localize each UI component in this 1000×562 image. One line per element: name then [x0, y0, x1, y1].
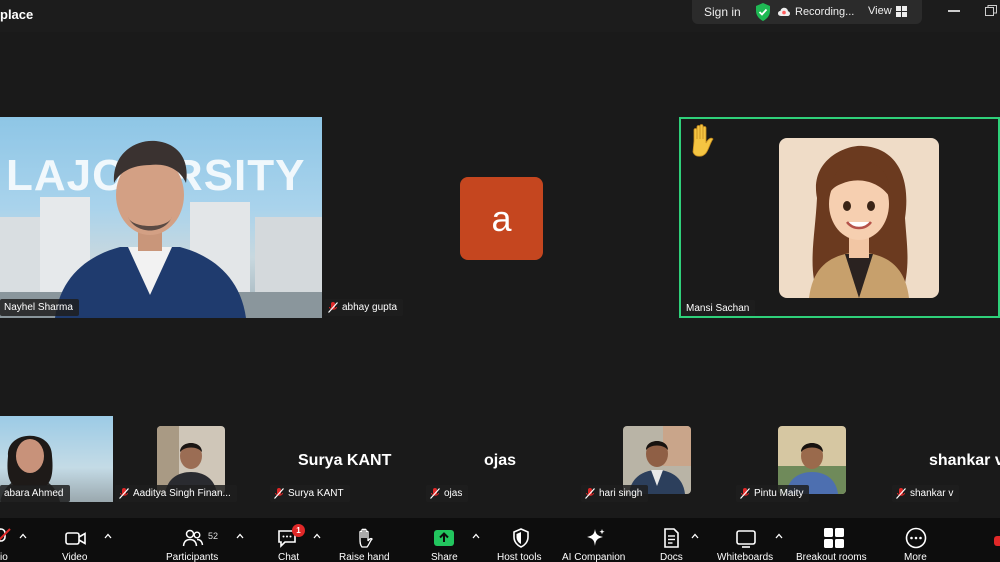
participant-name: hari singh — [599, 488, 643, 499]
chevron-up-icon[interactable] — [691, 533, 699, 539]
profile-picture-aaditya — [157, 426, 225, 494]
title-bar: place Sign in Recording... View — [0, 0, 1000, 32]
chevron-up-icon[interactable] — [472, 533, 480, 539]
more-label: More — [904, 552, 927, 562]
participant-display-name[interactable]: Surya KANT — [298, 452, 391, 470]
participant-name-tag: Nayhel Sharma — [0, 299, 79, 316]
profile-picture-hari-singh — [623, 426, 691, 494]
profile-picture — [779, 138, 939, 298]
microphone-muted-icon — [740, 488, 750, 499]
chevron-up-icon[interactable] — [313, 533, 321, 539]
participant-name-tag: abhay gupta — [324, 299, 404, 316]
microphone-muted-icon — [274, 488, 284, 499]
video-button[interactable]: Video — [56, 518, 96, 562]
raise-hand-button[interactable]: Raise hand — [336, 518, 394, 562]
participant-name: abhay gupta — [342, 302, 398, 313]
chat-label: Chat — [278, 552, 300, 562]
participant-display-name[interactable]: shankar v — [929, 452, 1000, 470]
participants-icon — [182, 529, 204, 547]
shield-icon — [513, 528, 529, 548]
participant-name-tag: Pintu Maity — [736, 485, 810, 502]
cloud-recording-icon[interactable] — [778, 7, 790, 17]
share-label: Share — [431, 552, 458, 562]
share-screen-icon — [434, 530, 454, 546]
chevron-up-icon[interactable] — [19, 533, 27, 539]
ai-companion-button[interactable]: AI Companion — [560, 518, 634, 562]
whiteboard-icon — [736, 530, 756, 548]
grid-view-icon[interactable] — [896, 6, 907, 17]
leave-button[interactable] — [994, 536, 1000, 546]
raised-hand-icon — [692, 124, 714, 157]
docs-button[interactable]: Docs — [656, 518, 688, 562]
video-tile-abara-ahmed[interactable]: abara Ahmed — [0, 416, 113, 502]
participants-count: 52 — [208, 531, 219, 541]
chat-unread-badge: 1 — [292, 524, 305, 537]
participant-name-tag: Aaditya Singh Finan... — [115, 485, 237, 502]
share-button[interactable]: Share — [428, 518, 462, 562]
meeting-stage: LAJO ERSITY Nayhel Sharma a abhay gupta … — [0, 32, 1000, 518]
chat-button[interactable]: 1 Chat — [270, 518, 308, 562]
video-tile-mansi-sachan[interactable]: Mansi Sachan — [679, 117, 1000, 318]
participant-name-tag: ojas — [426, 485, 469, 502]
participants-label: Participants — [166, 552, 219, 562]
ai-companion-label: AI Companion — [562, 552, 626, 562]
video-camera-icon — [65, 532, 86, 545]
participant-name: abara Ahmed — [4, 488, 64, 499]
participants-button[interactable]: 52 Participants — [162, 518, 228, 562]
security-shield-icon[interactable] — [755, 3, 771, 21]
view-button[interactable]: View — [868, 5, 892, 17]
microphone-muted-icon — [0, 528, 11, 542]
microphone-muted-icon — [119, 488, 129, 499]
meeting-toolbar: io Video 52 Participants 1 Chat Raise ha… — [0, 518, 1000, 562]
microphone-muted-icon — [585, 488, 595, 499]
avatar-abhay-gupta[interactable]: a — [460, 177, 543, 260]
participant-name: Aaditya Singh Finan... — [133, 488, 231, 499]
app-title: place — [0, 7, 34, 22]
breakout-rooms-icon — [824, 528, 844, 548]
more-options-icon — [905, 527, 927, 549]
host-tools-label: Host tools — [497, 552, 542, 562]
whiteboards-label: Whiteboards — [717, 552, 774, 562]
minimize-window-icon[interactable] — [948, 10, 960, 12]
restore-window-icon[interactable] — [985, 5, 997, 16]
whiteboards-button[interactable]: Whiteboards — [714, 518, 778, 562]
participant-name: Pintu Maity — [754, 488, 804, 499]
participant-name-tag: Surya KANT — [270, 485, 350, 502]
microphone-muted-icon — [328, 302, 338, 313]
participant-name: Surya KANT — [288, 488, 344, 499]
profile-picture-pintu-maity — [778, 426, 846, 494]
audio-button[interactable]: io — [0, 518, 30, 562]
sign-in-button[interactable]: Sign in — [704, 5, 741, 19]
recording-status[interactable]: Recording... — [795, 6, 854, 18]
docs-label: Docs — [660, 552, 683, 562]
participant-name: shankar v — [910, 488, 954, 499]
video-label: Video — [62, 552, 88, 562]
chevron-up-icon[interactable] — [775, 533, 783, 539]
participant-name-tag: abara Ahmed — [0, 485, 70, 502]
host-tools-button[interactable]: Host tools — [494, 518, 550, 562]
chevron-up-icon[interactable] — [104, 533, 112, 539]
participant-name-tag: hari singh — [581, 485, 649, 502]
participant-name: ojas — [444, 488, 463, 499]
more-button[interactable]: More — [900, 518, 932, 562]
meeting-controls-pill: Sign in Recording... View — [692, 0, 922, 24]
participant-name: Mansi Sachan — [686, 303, 750, 314]
raise-hand-label: Raise hand — [339, 552, 390, 562]
breakout-rooms-button[interactable]: Breakout rooms — [794, 518, 876, 562]
document-icon — [664, 528, 679, 548]
microphone-muted-icon — [430, 488, 440, 499]
participant-name-tag: shankar v — [892, 485, 960, 502]
video-tile-nayhel-sharma[interactable]: LAJO ERSITY Nayhel Sharma — [0, 117, 322, 318]
hand-icon — [359, 528, 373, 548]
participant-name-tag: Mansi Sachan — [682, 300, 756, 316]
microphone-muted-icon — [896, 488, 906, 499]
breakout-rooms-label: Breakout rooms — [796, 552, 867, 562]
participant-name: Nayhel Sharma — [4, 302, 73, 313]
chevron-up-icon[interactable] — [236, 533, 244, 539]
audio-label: io — [0, 552, 8, 562]
sparkle-icon — [587, 529, 605, 546]
participant-display-name[interactable]: ojas — [484, 452, 516, 470]
participant-person — [55, 140, 246, 318]
